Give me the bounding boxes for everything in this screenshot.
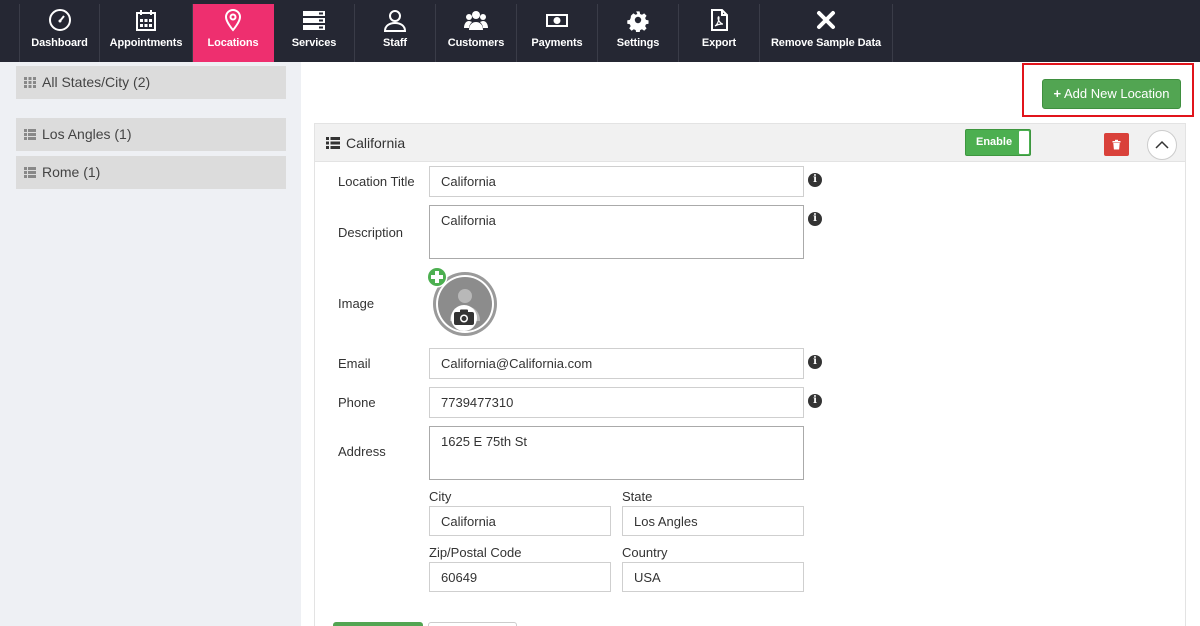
map-pin-icon [224, 8, 242, 32]
country-field[interactable] [622, 562, 804, 592]
email-field[interactable] [429, 348, 804, 379]
location-title-input[interactable] [429, 166, 804, 197]
toggle-label: Enable [976, 136, 1013, 148]
nav-settings[interactable]: Settings [598, 4, 679, 62]
delete-button[interactable] [1104, 133, 1129, 156]
server-icon [303, 11, 325, 30]
sidebar-item-los-angles[interactable]: Los Angles (1) [16, 118, 286, 151]
enable-toggle[interactable]: Enable [965, 129, 1031, 156]
nav-services[interactable]: Services [274, 4, 355, 62]
list-icon [24, 129, 36, 140]
city-field[interactable] [429, 506, 611, 536]
info-icon[interactable]: i [808, 173, 822, 187]
user-icon [383, 10, 407, 32]
top-nav: Dashboard Appointments Locations Service… [0, 0, 1200, 62]
toggle-knob [1019, 131, 1029, 154]
sidebar-item-label: Rome (1) [42, 164, 101, 180]
city-label: City [429, 489, 452, 504]
email-label: Email [338, 356, 371, 371]
zip-label: Zip/Postal Code [429, 545, 522, 560]
grid-icon [24, 77, 36, 88]
location-title-label: Location Title [338, 174, 415, 189]
trash-icon [1112, 139, 1121, 150]
nav-dashboard[interactable]: Dashboard [19, 4, 100, 62]
description-label: Description [338, 225, 404, 240]
panel-header: California Enable [315, 124, 1185, 162]
money-icon [546, 14, 568, 27]
speedometer-icon [48, 9, 71, 31]
collapse-button[interactable] [1147, 130, 1177, 160]
info-icon[interactable]: i [808, 355, 822, 369]
image-label: Image [338, 296, 375, 311]
sidebar: All States/City (2) Los Angles (1) Rome … [0, 62, 301, 626]
state-field[interactable] [622, 506, 804, 536]
close-icon [817, 11, 835, 29]
nav-label: Remove Sample Data [770, 37, 882, 49]
panel-title: California [346, 135, 406, 151]
chevron-up-icon [1155, 140, 1169, 149]
nav-label: Settings [616, 37, 660, 49]
info-icon[interactable]: i [808, 394, 822, 408]
nav-payments[interactable]: Payments [517, 4, 598, 62]
nav-appointments[interactable]: Appointments [100, 4, 193, 62]
sidebar-item-label: All States/City (2) [42, 74, 151, 90]
nav-label: Services [291, 37, 337, 49]
plus-icon: + [1053, 86, 1062, 101]
sidebar-item-label: Los Angles (1) [42, 126, 132, 142]
add-new-location-button[interactable]: + Add New Location [1042, 79, 1181, 109]
zip-field[interactable] [429, 562, 611, 592]
users-icon [464, 11, 488, 30]
image-upload[interactable] [426, 266, 500, 338]
add-image-icon[interactable] [426, 266, 448, 288]
list-icon [326, 137, 340, 149]
nav-label: Payments [531, 37, 583, 49]
phone-field[interactable] [429, 387, 804, 418]
phone-label: Phone [338, 395, 376, 410]
nav-label: Locations [207, 37, 259, 49]
info-icon[interactable]: i [808, 212, 822, 226]
nav-label: Dashboard [31, 37, 88, 49]
calendar-icon [136, 10, 156, 31]
state-label: State [622, 489, 653, 504]
nav-customers[interactable]: Customers [436, 4, 517, 62]
description-textarea[interactable]: California [429, 205, 804, 259]
address-textarea[interactable]: 1625 E 75th St [429, 426, 804, 480]
nav-label: Staff [383, 37, 407, 49]
sidebar-item-rome[interactable]: Rome (1) [16, 156, 286, 189]
sidebar-item-all-states[interactable]: All States/City (2) [16, 66, 286, 99]
nav-label: Export [701, 37, 737, 49]
country-label: Country [622, 545, 668, 560]
nav-remove-sample-data[interactable]: Remove Sample Data [760, 4, 893, 62]
pdf-file-icon [711, 9, 728, 31]
nav-export[interactable]: Export [679, 4, 760, 62]
list-icon [24, 167, 36, 178]
address-label: Address [338, 444, 386, 459]
nav-locations[interactable]: Locations [193, 4, 274, 62]
save-button[interactable] [333, 622, 423, 626]
nav-staff[interactable]: Staff [355, 4, 436, 62]
gear-icon [627, 11, 649, 32]
add-button-label: Add New Location [1063, 86, 1170, 101]
cancel-button[interactable] [428, 622, 517, 626]
nav-label: Customers [447, 37, 505, 49]
nav-label: Appointments [109, 37, 183, 49]
